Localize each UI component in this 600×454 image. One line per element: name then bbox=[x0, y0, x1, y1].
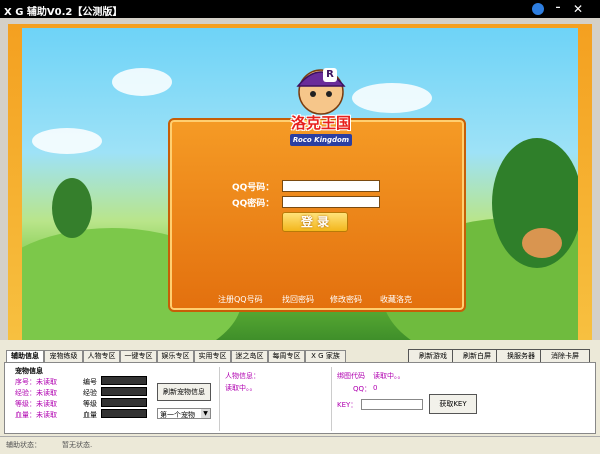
title-bar: X G 辅助V0.2【公测版】 – ✕ bbox=[0, 0, 600, 18]
divider bbox=[331, 367, 332, 431]
status-bar: 辅助状态： 暂无状态. bbox=[0, 436, 600, 454]
pet-exp: 经验：未读取 bbox=[15, 389, 57, 397]
cloud bbox=[112, 68, 172, 96]
password-input[interactable] bbox=[282, 196, 380, 208]
qq-number-value: 0 bbox=[373, 384, 378, 392]
close-button[interactable]: ✕ bbox=[572, 3, 584, 15]
char-info-status: 读取中。。 bbox=[225, 384, 257, 392]
cloud bbox=[32, 128, 102, 154]
refresh-game-button[interactable]: 刷新游戏 bbox=[408, 349, 458, 363]
pet-hp-value bbox=[101, 409, 147, 418]
pet-id-value bbox=[101, 376, 147, 385]
pet-level: 等级：未读取 bbox=[15, 400, 57, 408]
logo-badge: R bbox=[323, 68, 337, 82]
tree bbox=[522, 228, 562, 258]
pet-exp-value bbox=[101, 387, 147, 396]
roco-logo: R 洛克王国 Roco Kingdom bbox=[276, 62, 366, 158]
game-scene[interactable]: R 洛克王国 Roco Kingdom QQ号码： QQ密码： 登 录 注册QQ… bbox=[22, 28, 578, 340]
login-button[interactable]: 登 录 bbox=[282, 212, 348, 232]
assist-info-panel: 宠物信息 序号：未读取 编号 经验：未读取 经验 等级：未读取 等级 血量：未读… bbox=[4, 362, 596, 434]
pet-id-label: 编号 bbox=[83, 378, 97, 386]
refresh-white-screen-button[interactable]: 刷新白屏 bbox=[452, 349, 502, 363]
pet-level-label: 等级 bbox=[83, 400, 97, 408]
pet-exp-label: 经验 bbox=[83, 389, 97, 397]
get-key-button[interactable]: 获取KEY bbox=[429, 394, 477, 414]
qq-label: QQ号码： bbox=[232, 183, 275, 193]
minimize-button[interactable]: – bbox=[552, 3, 564, 15]
qq-number-label: QQ： bbox=[353, 385, 372, 393]
status-label: 辅助状态： bbox=[6, 441, 41, 449]
tree bbox=[52, 178, 92, 238]
game-frame: R 洛克王国 Roco Kingdom QQ号码： QQ密码： 登 录 注册QQ… bbox=[8, 24, 592, 340]
bind-code-label: 绑图代码 bbox=[337, 372, 365, 380]
logo-subtitle: Roco Kingdom bbox=[290, 134, 352, 146]
status-value: 暂无状态. bbox=[62, 441, 93, 449]
login-panel: R 洛克王国 Roco Kingdom QQ号码： QQ密码： 登 录 注册QQ… bbox=[168, 68, 466, 312]
register-link[interactable]: 注册QQ号码 bbox=[218, 294, 263, 305]
pet-select-value: 第一个宠物 bbox=[160, 411, 195, 419]
pet-select[interactable]: 第一个宠物 ▼ bbox=[157, 408, 211, 419]
char-info-header: 人物信息： bbox=[225, 372, 260, 380]
bookmark-link[interactable]: 收藏洛克 bbox=[380, 294, 412, 305]
pet-hp-label: 血量 bbox=[83, 411, 97, 419]
logo-title: 洛克王国 bbox=[290, 114, 351, 132]
pet-info-header: 宠物信息 bbox=[15, 367, 43, 375]
qq-input[interactable] bbox=[282, 180, 380, 192]
help-icon[interactable] bbox=[532, 3, 544, 15]
game-area: R 洛克王国 Roco Kingdom QQ号码： QQ密码： 登 录 注册QQ… bbox=[0, 18, 600, 340]
key-label: KEY： bbox=[337, 401, 358, 409]
pet-hp: 血量：未读取 bbox=[15, 411, 57, 419]
clear-lag-button[interactable]: 消除卡屏 bbox=[540, 349, 590, 363]
key-input[interactable] bbox=[361, 399, 423, 410]
password-label: QQ密码： bbox=[232, 199, 275, 209]
bind-code-value: 读取中。。 bbox=[373, 372, 405, 380]
window-title: X G 辅助V0.2【公测版】 bbox=[4, 7, 123, 18]
pet-level-value bbox=[101, 398, 147, 407]
change-password-link[interactable]: 修改密码 bbox=[330, 294, 362, 305]
refresh-pet-info-button[interactable]: 刷新宠物信息 bbox=[157, 383, 211, 401]
switch-server-button[interactable]: 换服务器 bbox=[496, 349, 546, 363]
recover-password-link[interactable]: 找回密码 bbox=[282, 294, 314, 305]
divider bbox=[219, 367, 220, 431]
pet-serial: 序号：未读取 bbox=[15, 378, 57, 386]
chevron-down-icon: ▼ bbox=[201, 409, 210, 418]
